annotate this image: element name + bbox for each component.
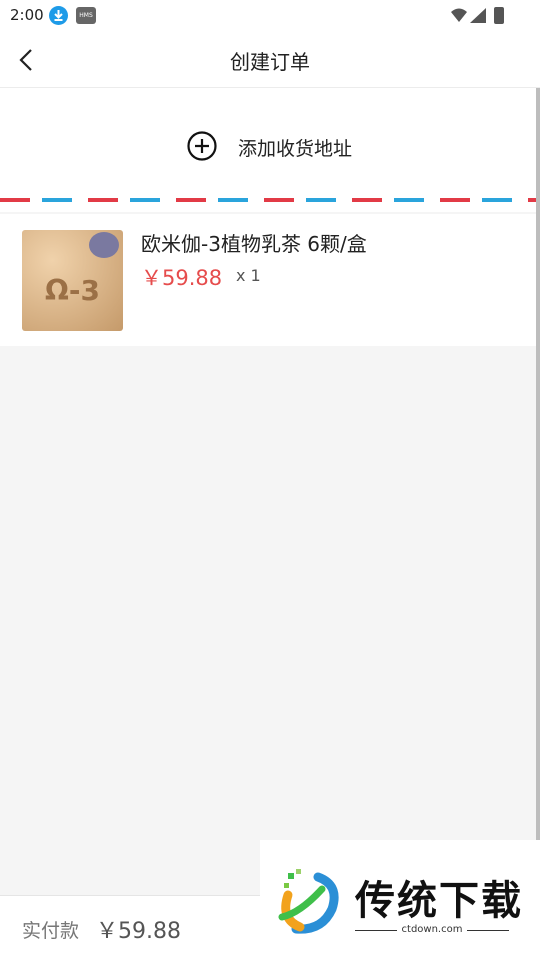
battery-icon	[494, 7, 504, 24]
total-value: ￥59.88	[96, 919, 181, 944]
order-item-card: Ω-3 欧米伽-3植物乳茶 6颗/盒 ￥59.88 x 1	[0, 214, 540, 346]
product-price: ￥59.88	[141, 266, 223, 290]
signal-icons	[450, 6, 490, 29]
watermark-title: 传统下载	[355, 878, 523, 924]
thumbnail-text: Ω-3	[45, 274, 100, 307]
product-quantity: x 1	[236, 266, 261, 285]
scrollbar[interactable]	[536, 88, 540, 868]
status-bar: 2:00 HMS	[0, 0, 540, 32]
total-label: 实付款	[22, 920, 80, 942]
add-address-section[interactable]: 添加收货地址	[0, 88, 540, 212]
product-thumbnail: Ω-3	[22, 230, 123, 331]
ctdown-logo-icon	[270, 865, 344, 937]
add-address-label[interactable]: 添加收货地址	[238, 134, 352, 161]
hms-badge: HMS	[76, 7, 96, 24]
plus-circle-icon[interactable]	[186, 130, 218, 162]
watermark-rule-right	[467, 930, 509, 931]
download-icon	[49, 6, 68, 25]
status-time: 2:00	[10, 6, 44, 24]
app-header: 创建订单	[0, 32, 540, 88]
watermark: 传统下载 ctdown.com	[260, 840, 540, 960]
flower-decoration	[89, 232, 119, 258]
product-name: 欧米伽-3植物乳茶 6颗/盒	[141, 232, 367, 256]
wifi-icon	[451, 8, 467, 22]
page-title: 创建订单	[230, 50, 310, 74]
cell-signal-icon	[470, 8, 486, 23]
airmail-stripe-divider	[0, 198, 540, 202]
